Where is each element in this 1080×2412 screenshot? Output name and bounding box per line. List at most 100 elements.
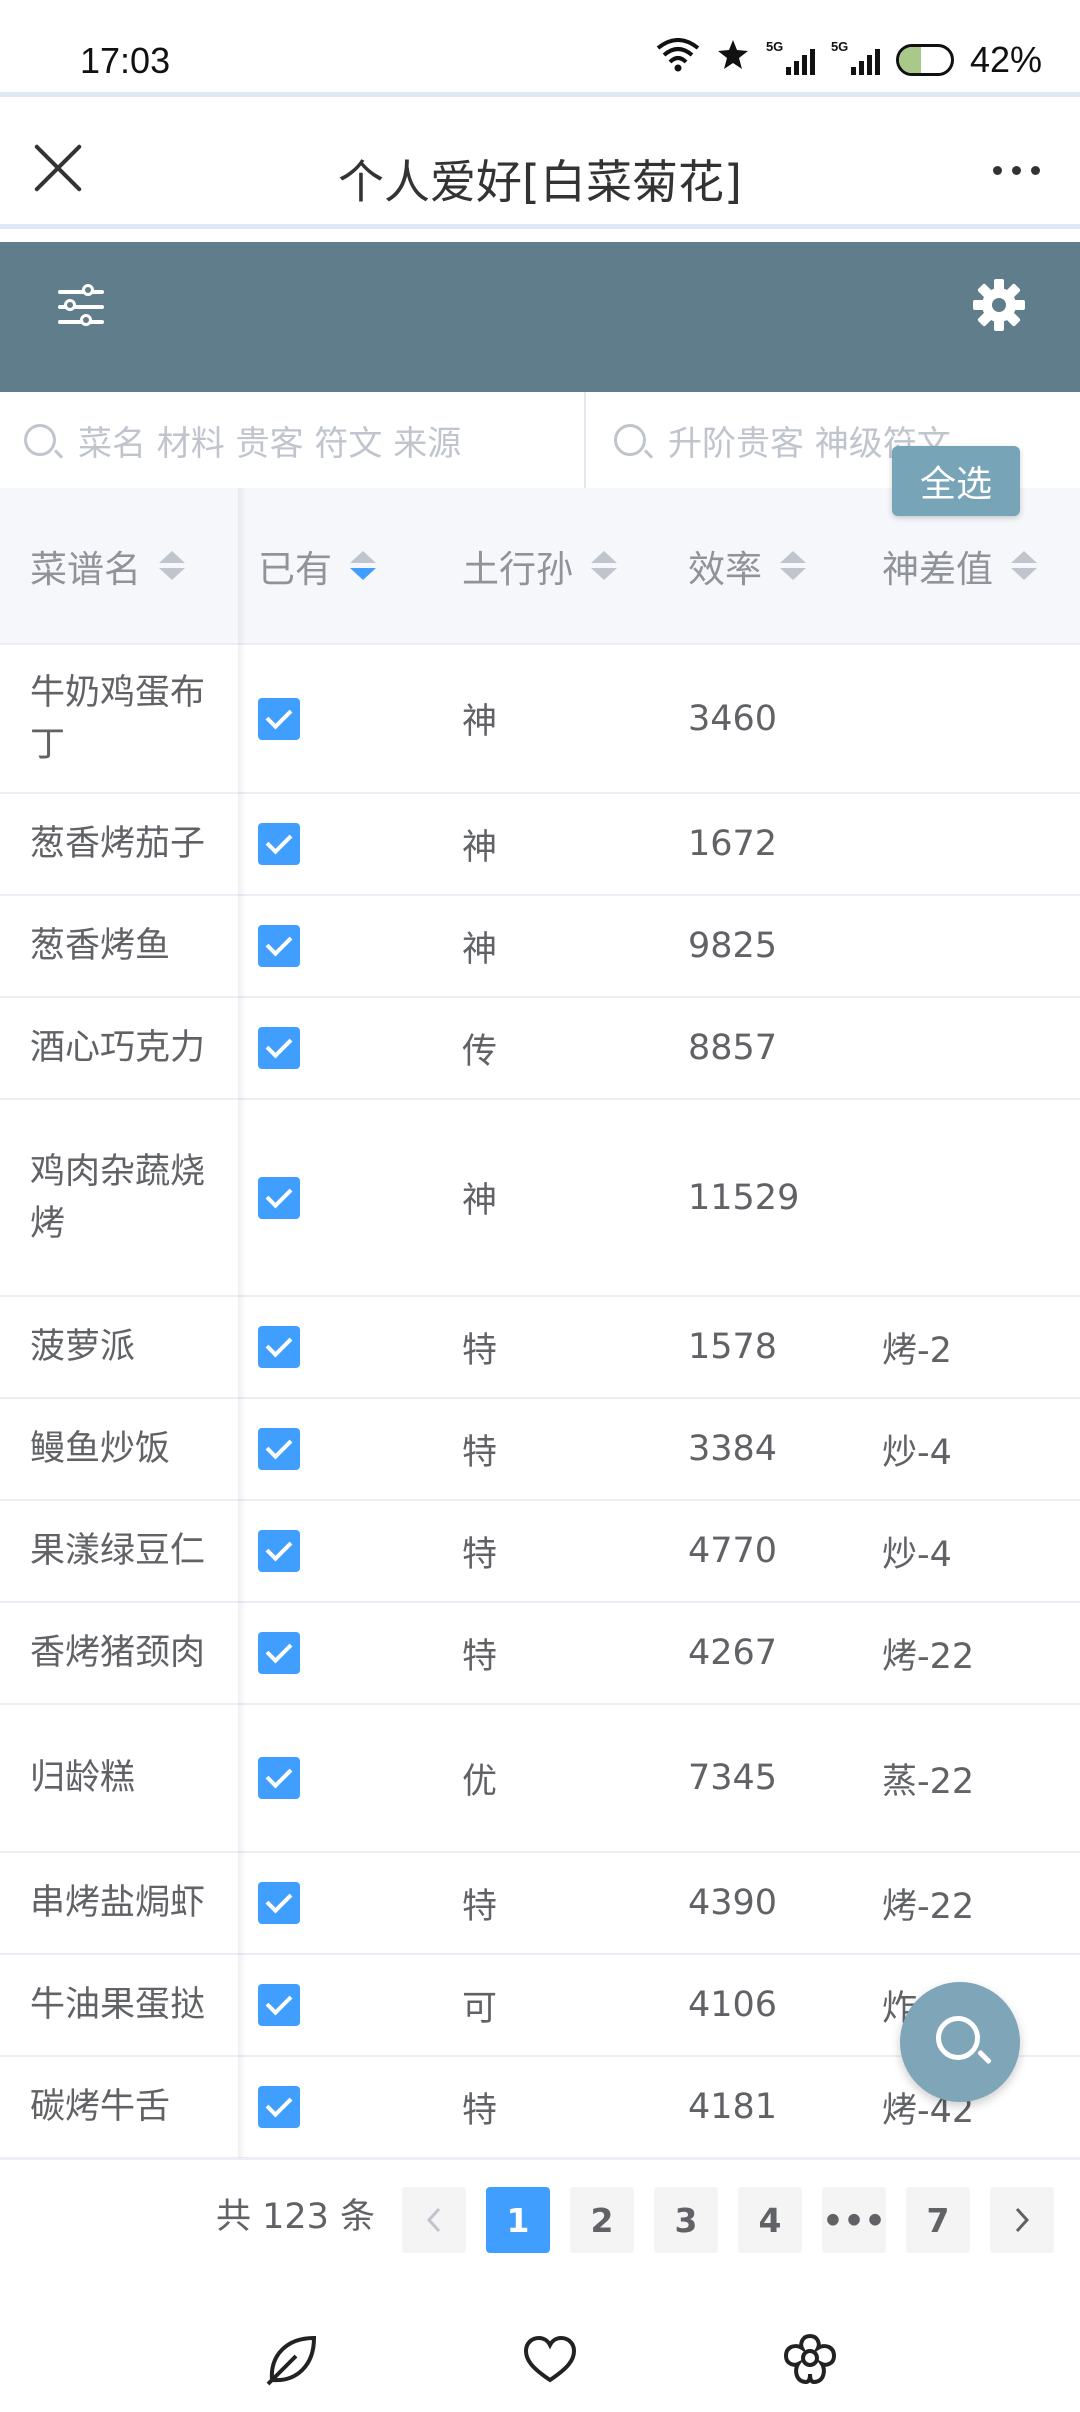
recipe-name: 归龄糕 (30, 1758, 136, 1798)
recipe-name: 果漾绿豆仁 (30, 1531, 206, 1571)
owned-checkbox[interactable] (258, 697, 300, 740)
owned-checkbox[interactable] (258, 2086, 300, 2128)
hd-icon (716, 38, 750, 81)
search-icon (24, 424, 56, 456)
grade-cell: 神 (462, 827, 498, 868)
sort-icon[interactable] (1011, 551, 1037, 580)
efficiency-cell: 3460 (688, 698, 778, 739)
toolbar (0, 242, 1080, 392)
owned-checkbox[interactable] (258, 1530, 300, 1572)
efficiency-cell: 1578 (688, 1327, 778, 1367)
search-input[interactable]: 菜名 材料 贵客 符文 来源 (24, 392, 580, 488)
column-header-name[interactable]: 菜谱名 (30, 488, 185, 643)
sort-icon[interactable] (350, 551, 376, 580)
grade-cell: 优 (462, 1761, 498, 1802)
efficiency-cell: 4267 (688, 1633, 778, 1673)
recipe-name: 牛油果蛋挞 (30, 1985, 206, 2025)
owned-checkbox[interactable] (258, 1632, 300, 1674)
table-row[interactable]: 葱香烤茄子 神 1672 (0, 794, 1080, 896)
recipe-name: 鸡肉杂蔬烧烤 (30, 1151, 206, 1244)
divider (0, 224, 1080, 229)
grade-cell: 特 (462, 1636, 498, 1677)
more-icon[interactable] (993, 166, 1040, 175)
wifi-icon (656, 38, 700, 81)
leaf-icon[interactable] (262, 2330, 322, 2390)
table-row[interactable]: 果漾绿豆仁 特 4770 炒-4 (0, 1501, 1080, 1603)
diff-cell: 烤-2 (882, 1330, 952, 1371)
status-icons: 5G 5G 42% (656, 38, 1042, 81)
sort-icon[interactable] (780, 551, 806, 580)
table-row[interactable]: 鳗鱼炒饭 特 3384 炒-4 (0, 1399, 1080, 1501)
total-count: 共 123 条 (216, 2197, 376, 2237)
flower-icon[interactable] (780, 2330, 840, 2390)
chevron-left-icon[interactable] (402, 2187, 466, 2253)
page-button[interactable]: 1 (486, 2187, 550, 2253)
owned-checkbox[interactable] (258, 925, 300, 967)
efficiency-cell: 4390 (688, 1883, 778, 1923)
sort-icon[interactable] (159, 551, 185, 580)
owned-checkbox[interactable] (258, 1326, 300, 1368)
recipe-name: 菠萝派 (30, 1327, 136, 1367)
page-ellipsis[interactable]: ••• (822, 2187, 886, 2253)
status-bar: 17:03 5G 5G 42% (0, 0, 1080, 92)
column-header-grade[interactable]: 土行孙 (462, 488, 617, 643)
recipe-name: 碳烤牛舌 (30, 2087, 171, 2127)
owned-checkbox[interactable] (258, 1984, 300, 2026)
column-header-owned[interactable]: 已有 (258, 488, 376, 643)
table-row[interactable]: 鸡肉杂蔬烧烤 神 11529 (0, 1100, 1080, 1297)
title-bar: 个人爱好[白菜菊花] (0, 100, 1080, 225)
grade-cell: 可 (462, 1988, 498, 2029)
recipe-name: 牛奶鸡蛋布丁 (30, 672, 206, 765)
sliders-icon[interactable] (58, 284, 104, 330)
grade-cell: 神 (462, 1181, 498, 1221)
heart-icon[interactable] (520, 2330, 580, 2390)
diff-cell: 烤-22 (882, 1636, 975, 1677)
table-row[interactable]: 酒心巧克力 传 8857 (0, 998, 1080, 1100)
page-button[interactable]: 7 (906, 2187, 970, 2253)
owned-checkbox[interactable] (258, 1027, 300, 1069)
floating-search-button[interactable] (900, 1982, 1020, 2102)
gear-icon[interactable] (972, 278, 1026, 332)
efficiency-cell: 4106 (688, 1985, 778, 2025)
chevron-right-icon[interactable] (990, 2187, 1054, 2253)
recipe-name: 串烤盐焗虾 (30, 1883, 206, 1923)
diff-cell: 炒-4 (882, 1534, 952, 1575)
table-row[interactable]: 香烤猪颈肉 特 4267 烤-22 (0, 1603, 1080, 1705)
page-button[interactable]: 4 (738, 2187, 802, 2253)
sort-icon[interactable] (591, 551, 617, 580)
recipe-table: 菜谱名 已有 土行孙 效率 神差值 牛奶鸡蛋布丁 神 3460 葱香烤茄子 神 … (0, 488, 1080, 2159)
page-button[interactable]: 3 (654, 2187, 718, 2253)
column-header-efficiency[interactable]: 效率 (688, 488, 806, 643)
diff-cell: 蒸-22 (882, 1761, 975, 1802)
fixed-column-shadow (238, 488, 246, 2158)
page-button[interactable]: 2 (570, 2187, 634, 2253)
search-placeholder: 菜名 材料 贵客 符文 来源 (78, 423, 462, 464)
grade-cell: 特 (462, 1330, 498, 1371)
owned-checkbox[interactable] (258, 1428, 300, 1470)
table-row[interactable]: 串烤盐焗虾 特 4390 烤-22 (0, 1853, 1080, 1955)
divider (0, 92, 1080, 97)
grade-cell: 传 (462, 1031, 498, 1072)
battery-icon (895, 43, 954, 76)
select-all-button[interactable]: 全选 (892, 446, 1020, 516)
recipe-name: 葱香烤茄子 (30, 824, 206, 864)
owned-checkbox[interactable] (258, 1757, 300, 1799)
owned-checkbox[interactable] (258, 823, 300, 865)
efficiency-cell: 7345 (688, 1758, 778, 1798)
owned-checkbox[interactable] (258, 1176, 300, 1219)
owned-checkbox[interactable] (258, 1882, 300, 1924)
efficiency-cell: 3384 (688, 1429, 778, 1469)
signal-icon: 5G (766, 39, 815, 75)
table-row[interactable]: 菠萝派 特 1578 烤-2 (0, 1297, 1080, 1399)
grade-cell: 特 (462, 1886, 498, 1927)
search-icon (936, 2016, 980, 2060)
efficiency-cell: 4770 (688, 1531, 778, 1571)
grade-cell: 特 (462, 1432, 498, 1473)
page-title: 个人爱好[白菜菊花] (338, 155, 742, 209)
table-row[interactable]: 归龄糕 优 7345 蒸-22 (0, 1705, 1080, 1853)
grade-cell: 神 (462, 929, 498, 970)
table-row[interactable]: 牛奶鸡蛋布丁 神 3460 (0, 645, 1080, 794)
table-row[interactable]: 葱香烤鱼 神 9825 (0, 896, 1080, 998)
efficiency-cell: 9825 (688, 926, 778, 966)
search-icon (614, 424, 646, 456)
